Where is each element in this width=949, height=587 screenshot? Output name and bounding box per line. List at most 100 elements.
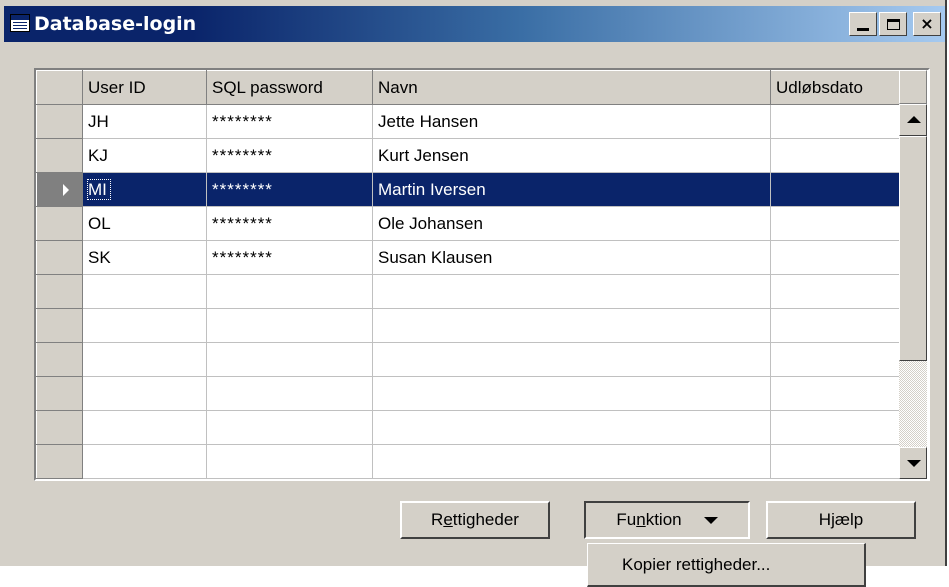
cell-password[interactable]: ******** (206, 104, 373, 139)
row-selector[interactable] (36, 308, 83, 343)
empty-cell[interactable] (82, 410, 207, 445)
minimize-button[interactable] (849, 12, 877, 36)
users-grid[interactable]: User ID SQL password Navn Udløbsdato JH … (34, 68, 930, 481)
funktion-label-accel: n (636, 510, 646, 529)
maximize-button[interactable] (879, 12, 907, 36)
table-row-empty[interactable] (36, 376, 900, 411)
row-selector[interactable] (36, 104, 83, 139)
empty-cell[interactable] (206, 444, 373, 479)
empty-cell[interactable] (372, 342, 771, 377)
cell-name[interactable]: Ole Johansen (372, 206, 771, 241)
cell-expiry[interactable] (770, 138, 900, 173)
table-row-empty[interactable] (36, 274, 900, 309)
cell-password[interactable]: ******** (206, 206, 373, 241)
empty-cell[interactable] (770, 444, 900, 479)
table-row[interactable]: SK ******** Susan Klausen (36, 240, 900, 275)
cell-expiry[interactable] (770, 104, 900, 139)
table-icon (10, 14, 30, 32)
funktion-button[interactable]: Fu n ktion (584, 501, 750, 539)
row-selector[interactable] (36, 274, 83, 309)
close-button[interactable]: × (913, 12, 941, 36)
empty-cell[interactable] (770, 342, 900, 377)
cell-name[interactable]: Kurt Jensen (372, 138, 771, 173)
cell-user-id[interactable]: OL (82, 206, 207, 241)
empty-cell[interactable] (372, 410, 771, 445)
vertical-scrollbar[interactable] (899, 104, 927, 479)
cell-password[interactable]: ******** (206, 172, 373, 207)
cell-expiry[interactable] (770, 172, 900, 207)
table-row[interactable]: OL ******** Ole Johansen (36, 206, 900, 241)
table-row-empty[interactable] (36, 342, 900, 377)
row-selector[interactable] (36, 138, 83, 173)
cell-user-id[interactable]: MI (82, 172, 207, 207)
rettigheder-button[interactable]: Re ttigheder (400, 501, 550, 539)
table-row-empty[interactable] (36, 308, 900, 343)
funktion-label-post: ktion (645, 510, 682, 529)
table-row[interactable]: KJ ******** Kurt Jensen (36, 138, 900, 173)
column-header-navn[interactable]: Navn (372, 70, 771, 105)
column-header-sql-password[interactable]: SQL password (206, 70, 373, 105)
empty-cell[interactable] (770, 410, 900, 445)
title-bar[interactable]: Database-login × (4, 6, 945, 42)
empty-cell[interactable] (372, 274, 771, 309)
empty-cell[interactable] (372, 308, 771, 343)
empty-cell[interactable] (770, 308, 900, 343)
empty-cell[interactable] (82, 308, 207, 343)
row-selector[interactable] (36, 342, 83, 377)
scrollbar-thumb[interactable] (899, 136, 927, 361)
close-icon: × (920, 14, 934, 33)
cell-password[interactable]: ******** (206, 240, 373, 275)
empty-cell[interactable] (206, 410, 373, 445)
row-selector-current[interactable] (36, 172, 83, 207)
empty-cell[interactable] (82, 444, 207, 479)
empty-cell[interactable] (770, 376, 900, 411)
empty-cell[interactable] (206, 308, 373, 343)
table-row-empty[interactable] (36, 444, 900, 479)
rettigheder-label-pre: R (431, 510, 444, 529)
row-selector[interactable] (36, 376, 83, 411)
arrow-up-icon (907, 116, 921, 123)
row-selector[interactable] (36, 206, 83, 241)
rettigheder-label-post: ttigheder (452, 510, 519, 529)
cell-expiry[interactable] (770, 206, 900, 241)
database-login-window: Database-login × User ID SQL password Na… (0, 0, 947, 566)
maximize-icon (886, 18, 900, 30)
cell-user-id[interactable]: KJ (82, 138, 207, 173)
table-row-selected[interactable]: MI ******** Martin Iversen (36, 172, 900, 207)
empty-cell[interactable] (372, 376, 771, 411)
table-row[interactable]: JH ******** Jette Hansen (36, 104, 900, 139)
funktion-label-pre: Fu (616, 510, 637, 529)
rettigheder-label-accel: e (443, 510, 453, 529)
hjaelp-label: Hjælp (818, 510, 864, 529)
minimize-icon (857, 27, 869, 31)
cell-user-id[interactable]: SK (82, 240, 207, 275)
empty-cell[interactable] (82, 274, 207, 309)
cell-name[interactable]: Martin Iversen (372, 172, 771, 207)
cell-name[interactable]: Jette Hansen (372, 104, 771, 139)
empty-cell[interactable] (206, 274, 373, 309)
scroll-up-button[interactable] (899, 104, 927, 136)
column-header-user-id[interactable]: User ID (82, 70, 207, 105)
scroll-down-button[interactable] (899, 447, 927, 479)
empty-cell[interactable] (82, 376, 207, 411)
cell-user-id[interactable]: JH (82, 104, 207, 139)
empty-cell[interactable] (372, 444, 771, 479)
row-selector[interactable] (36, 240, 83, 275)
header-corner (899, 70, 927, 104)
empty-cell[interactable] (82, 342, 207, 377)
arrow-down-icon (907, 460, 921, 467)
empty-cell[interactable] (770, 274, 900, 309)
hjaelp-button[interactable]: Hjælp (766, 501, 916, 539)
cell-password[interactable]: ******** (206, 138, 373, 173)
row-selector[interactable] (36, 444, 83, 479)
empty-cell[interactable] (206, 376, 373, 411)
column-header-udlobsdato[interactable]: Udløbsdato (770, 70, 900, 105)
row-selector[interactable] (36, 410, 83, 445)
window-title: Database-login (34, 13, 197, 35)
row-header-corner (36, 70, 83, 105)
table-row-empty[interactable] (36, 410, 900, 445)
cell-name[interactable]: Susan Klausen (372, 240, 771, 275)
empty-cell[interactable] (206, 342, 373, 377)
cell-expiry[interactable] (770, 240, 900, 275)
menu-item-kopier-rettigheder[interactable]: Kopier rettigheder... (622, 555, 770, 575)
